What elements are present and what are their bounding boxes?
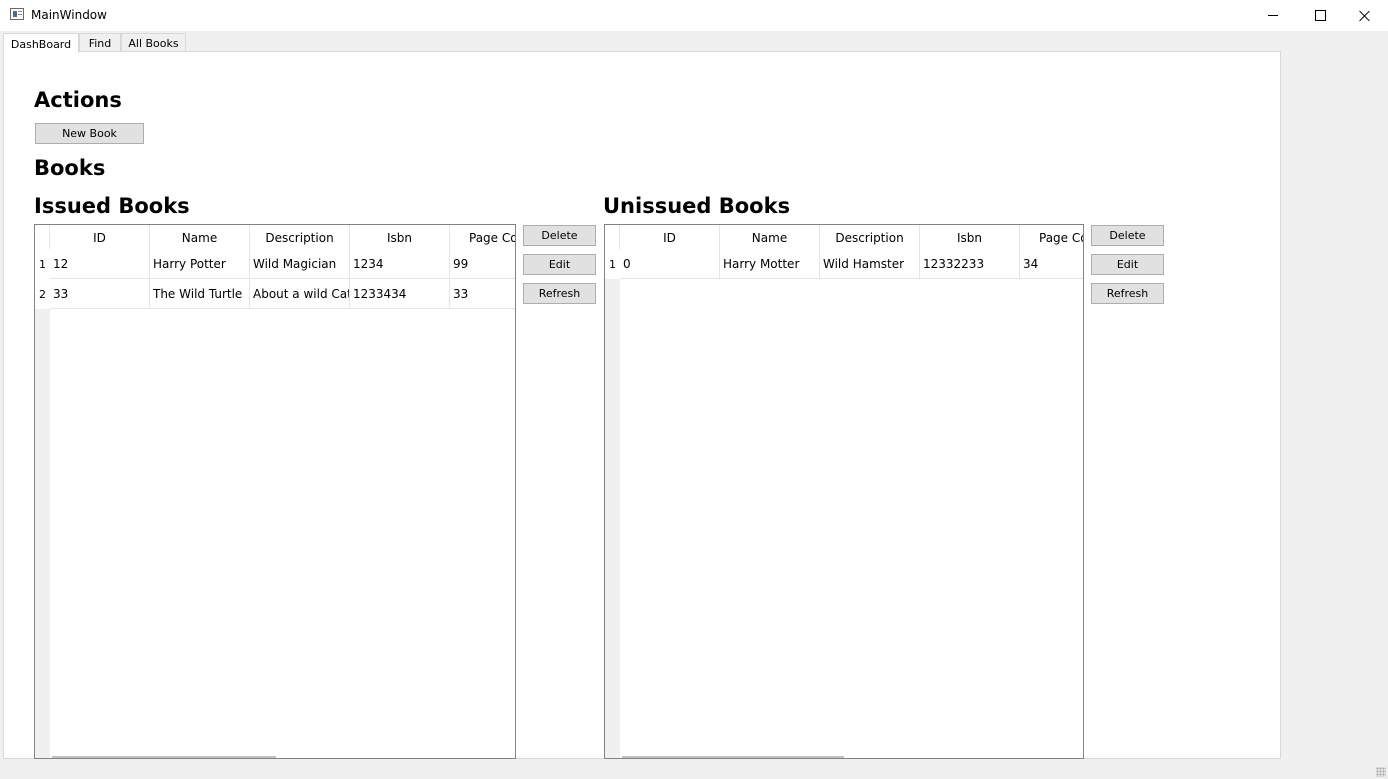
issued-delete-button[interactable]: Delete (523, 225, 596, 246)
books-heading: Books (34, 156, 106, 180)
issued-books-heading: Issued Books (34, 194, 190, 218)
new-book-button[interactable]: New Book (35, 123, 144, 144)
table-header: ID Name Description Isbn Page Count (35, 225, 515, 249)
table-corner[interactable] (605, 225, 620, 249)
issued-edit-button[interactable]: Edit (523, 254, 596, 275)
cell-name[interactable]: The Wild Turtle (150, 279, 250, 309)
cell-isbn[interactable]: 1234 (350, 249, 450, 279)
cell-page-count[interactable]: 33 (450, 279, 515, 309)
unissued-books-heading: Unissued Books (603, 194, 791, 218)
minimize-icon (1268, 15, 1278, 16)
cell-id[interactable]: 12 (50, 249, 150, 279)
column-header-description[interactable]: Description (250, 225, 350, 249)
column-header-page-count[interactable]: Page Count (1020, 225, 1083, 249)
table-header: ID Name Description Isbn Page Count (605, 225, 1083, 249)
tab-dashboard[interactable]: DashBoard (3, 33, 79, 53)
actions-heading: Actions (34, 88, 122, 112)
cell-page-count[interactable]: 34 (1020, 249, 1083, 279)
horizontal-scrollbar[interactable] (52, 756, 276, 758)
row-header[interactable]: 2 (35, 279, 50, 309)
cell-name[interactable]: Harry Potter (150, 249, 250, 279)
horizontal-scrollbar[interactable] (622, 756, 844, 758)
window-title: MainWindow (31, 8, 107, 22)
tab-all-books[interactable]: All Books (121, 33, 186, 52)
column-header-isbn[interactable]: Isbn (920, 225, 1020, 249)
column-header-isbn[interactable]: Isbn (350, 225, 450, 249)
maximize-button[interactable] (1297, 0, 1343, 31)
column-header-description[interactable]: Description (820, 225, 920, 249)
table-row[interactable]: 2 33 The Wild Turtle About a wild Cat 12… (35, 279, 515, 309)
cell-id[interactable]: 0 (620, 249, 720, 279)
minimize-button[interactable] (1250, 0, 1296, 31)
unissued-delete-button[interactable]: Delete (1091, 225, 1164, 246)
issued-books-table[interactable]: ID Name Description Isbn Page Count 1 12… (34, 224, 516, 759)
cell-description[interactable]: About a wild Cat (250, 279, 350, 309)
cell-id[interactable]: 33 (50, 279, 150, 309)
unissued-books-table[interactable]: ID Name Description Isbn Page Count 1 0 … (604, 224, 1084, 759)
close-button[interactable] (1342, 0, 1388, 31)
cell-description[interactable]: Wild Magician (250, 249, 350, 279)
close-icon (1359, 10, 1371, 22)
column-header-id[interactable]: ID (50, 225, 150, 249)
title-bar[interactable]: MainWindow (0, 0, 1388, 31)
unissued-refresh-button[interactable]: Refresh (1091, 283, 1164, 304)
column-header-name[interactable]: Name (150, 225, 250, 249)
table-corner[interactable] (35, 225, 50, 249)
cell-page-count[interactable]: 99 (450, 249, 515, 279)
table-row[interactable]: 1 0 Harry Motter Wild Hamster 12332233 3… (605, 249, 1083, 279)
issued-refresh-button[interactable]: Refresh (523, 283, 596, 304)
cell-name[interactable]: Harry Motter (720, 249, 820, 279)
column-header-page-count[interactable]: Page Count (450, 225, 515, 249)
resize-grip-icon[interactable] (1376, 767, 1386, 777)
unissued-edit-button[interactable]: Edit (1091, 254, 1164, 275)
row-header[interactable]: 1 (35, 249, 50, 279)
row-header-strip (605, 225, 620, 758)
tab-find[interactable]: Find (79, 33, 121, 52)
table-row[interactable]: 1 12 Harry Potter Wild Magician 1234 99 (35, 249, 515, 279)
column-header-id[interactable]: ID (620, 225, 720, 249)
cell-description[interactable]: Wild Hamster (820, 249, 920, 279)
cell-isbn[interactable]: 1233434 (350, 279, 450, 309)
column-header-name[interactable]: Name (720, 225, 820, 249)
row-header[interactable]: 1 (605, 249, 620, 279)
app-icon (10, 8, 24, 20)
cell-isbn[interactable]: 12332233 (920, 249, 1020, 279)
maximize-icon (1314, 10, 1326, 21)
